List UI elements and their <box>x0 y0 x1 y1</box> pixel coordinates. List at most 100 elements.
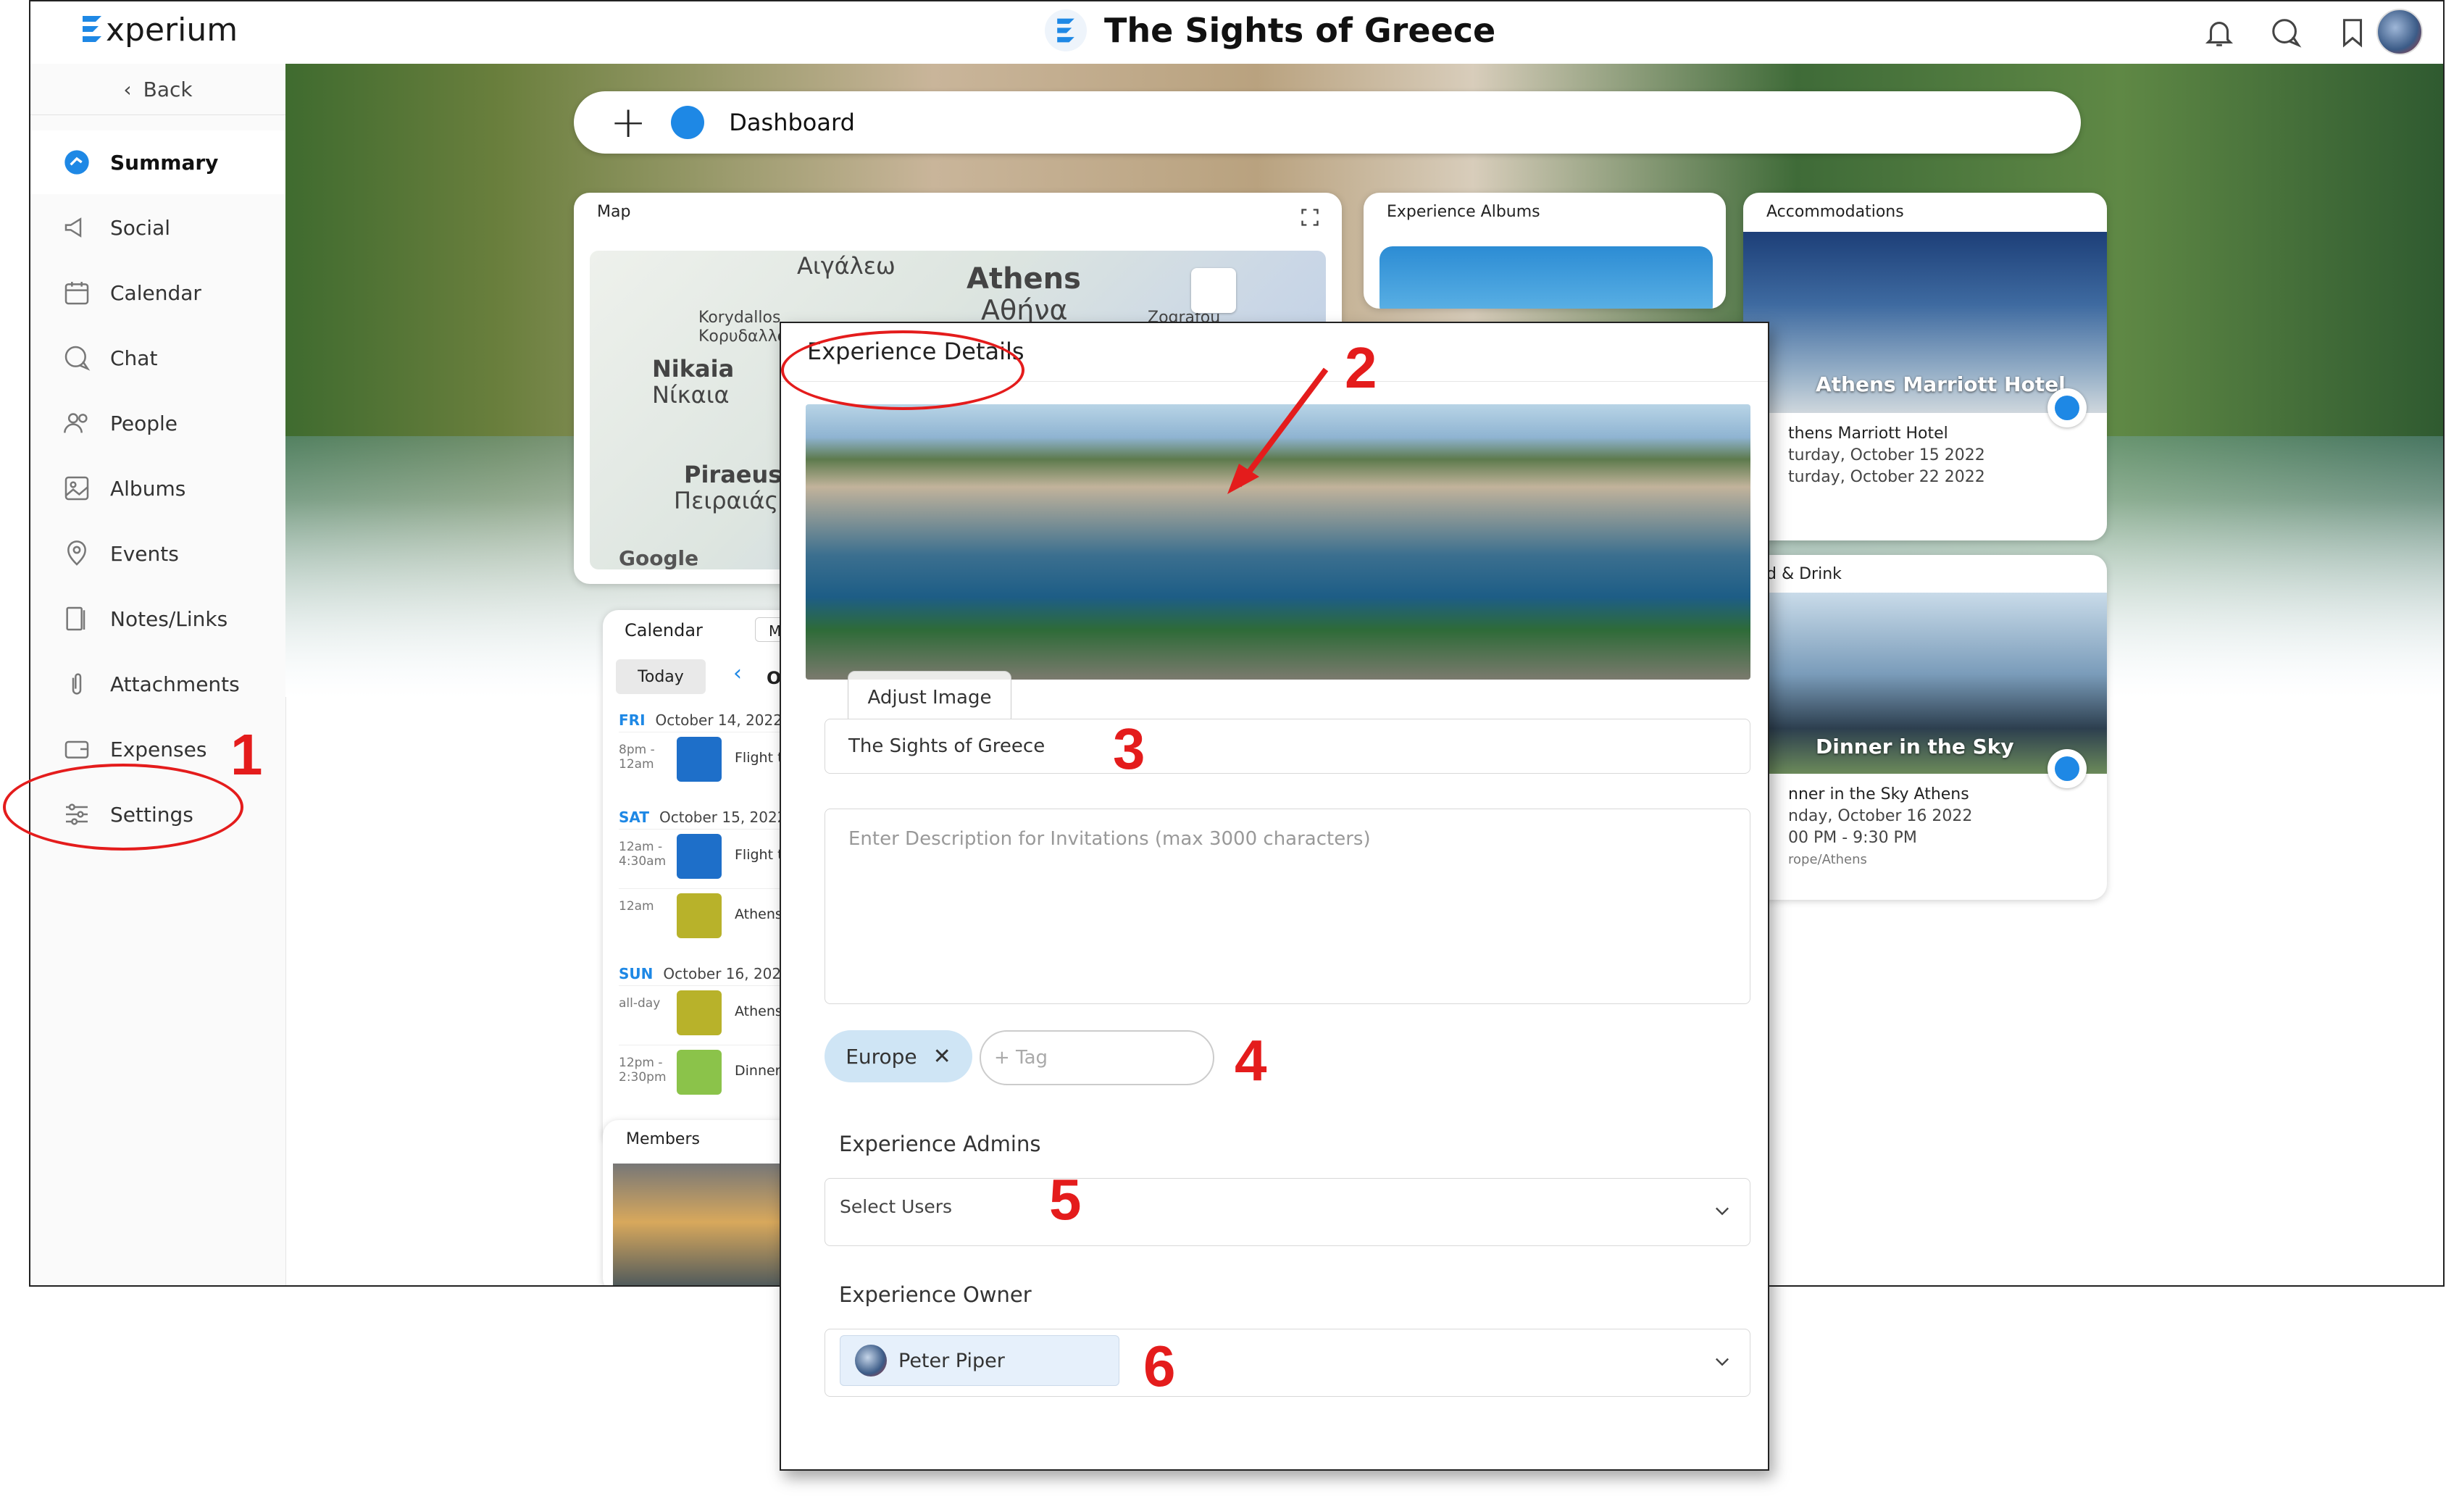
bell-icon[interactable] <box>2203 16 2236 49</box>
fullscreen-icon[interactable] <box>1300 207 1320 227</box>
map-label: Athens <box>967 262 1081 296</box>
map-label: Αιγάλεω <box>797 252 896 280</box>
annotation-number: 1 <box>230 722 263 787</box>
sidebar-item-social[interactable]: Social <box>30 196 285 259</box>
hotel-overlay-title: Athens Marriott Hotel <box>1816 372 2066 396</box>
map-label: Piraeus <box>684 461 782 488</box>
map-card-title: Map <box>597 203 631 221</box>
share-icon <box>2055 756 2079 781</box>
tag-input[interactable]: + Tag <box>980 1030 1214 1085</box>
admins-label: Experience Admins <box>839 1132 1041 1156</box>
flight-icon <box>677 737 722 782</box>
prev-month-icon[interactable]: ‹ <box>733 661 742 686</box>
experience-name-input[interactable]: The Sights of Greece <box>825 719 1750 774</box>
experience-logo-icon <box>1045 9 1087 51</box>
paperclip-icon <box>72 673 82 695</box>
food-drink-card: d & Drink Dinner in the Sky nner in the … <box>1743 555 2107 900</box>
app-logo[interactable]: xperium <box>80 12 238 49</box>
chat-icon[interactable] <box>2269 16 2303 49</box>
description-textarea[interactable]: Enter Description for Invitations (max 3… <box>825 809 1750 1004</box>
share-button[interactable] <box>2048 388 2087 427</box>
bookmark-icon[interactable] <box>2336 16 2369 49</box>
hotel-icon <box>677 990 722 1035</box>
flight-icon <box>677 834 722 879</box>
adjust-image-button[interactable]: Adjust Image <box>848 671 1011 724</box>
logo-text: xperium <box>106 12 238 49</box>
sidebar-item-chat[interactable]: Chat <box>30 326 285 390</box>
sidebar-item-label: Expenses <box>110 737 207 761</box>
annotation-number: 2 <box>1345 335 1377 400</box>
tag-chip[interactable]: Europe ✕ <box>825 1030 972 1082</box>
dashboard-bar: + Dashboard <box>574 91 2081 154</box>
add-widget-button[interactable]: + <box>610 101 646 144</box>
people-icon <box>64 413 88 433</box>
avatar <box>855 1345 887 1377</box>
owner-name: Peter Piper <box>898 1349 1005 1372</box>
back-button[interactable]: ‹ Back <box>30 64 285 115</box>
dashboard-label: Dashboard <box>729 109 855 136</box>
sidebar-item-label: People <box>110 411 178 435</box>
close-icon[interactable]: ✕ <box>933 1044 951 1069</box>
map-label: Πειραιάς <box>674 487 779 514</box>
map-label: Korydallos <box>698 309 781 327</box>
sidebar-item-label: Chat <box>110 346 158 370</box>
owner-label: Experience Owner <box>839 1282 1032 1307</box>
restaurant-date: nday, October 16 2022 <box>1788 807 1973 825</box>
sidebar-item-albums[interactable]: Albums <box>30 456 285 520</box>
sidebar: ‹ Back Summary Social Calendar Chat Peop… <box>30 64 286 1285</box>
calendar-card-title: Calendar <box>625 620 703 640</box>
map-label: Nikaia <box>652 355 735 383</box>
sidebar-item-people[interactable]: People <box>30 391 285 455</box>
albums-card-title: Experience Albums <box>1387 203 1540 221</box>
top-bar: xperium The Sights of Greece <box>30 1 2443 64</box>
accommodations-card: Accommodations Athens Marriott Hotel the… <box>1743 193 2107 540</box>
share-button[interactable] <box>2048 749 2087 788</box>
restaurant-icon <box>677 1050 722 1095</box>
sidebar-item-summary[interactable]: Summary <box>30 130 285 194</box>
map-fullscreen-button[interactable] <box>1191 268 1236 313</box>
owner-chip[interactable]: Peter Piper <box>840 1335 1119 1386</box>
owner-select[interactable]: Peter Piper <box>825 1329 1750 1397</box>
admins-select[interactable]: Select Users <box>825 1178 1750 1246</box>
albums-card: Experience Albums <box>1364 193 1726 309</box>
user-avatar[interactable] <box>2376 9 2423 55</box>
restaurant-timezone: rope/Athens <box>1788 852 1867 867</box>
title-group: The Sights of Greece <box>1045 9 1495 52</box>
today-button[interactable]: Today <box>616 659 706 694</box>
admins-placeholder: Select Users <box>840 1196 953 1217</box>
experience-title: The Sights of Greece <box>1104 11 1496 50</box>
megaphone-icon <box>64 217 82 238</box>
annotation-number: 5 <box>1049 1167 1082 1232</box>
notes-icon <box>66 606 85 631</box>
hotel-checkout: turday, October 22 2022 <box>1788 468 1985 486</box>
calendar-day-header: FRI October 14, 2022 <box>619 711 782 729</box>
back-label: Back <box>143 77 193 101</box>
calendar-day-header: SAT October 15, 2022 <box>619 809 787 826</box>
calendar-day-header: SUN October 16, 2022 <box>619 965 790 982</box>
sidebar-item-label: Attachments <box>110 672 240 696</box>
share-icon <box>2055 396 2079 420</box>
dashboard-icon <box>64 150 89 175</box>
sidebar-item-label: Notes/Links <box>110 606 228 631</box>
sidebar-item-label: Calendar <box>110 280 201 305</box>
members-card-title: Members <box>626 1130 700 1148</box>
annotation-number: 3 <box>1113 717 1145 781</box>
sidebar-item-label: Summary <box>110 150 219 175</box>
restaurant-time: 00 PM - 9:30 PM <box>1788 829 1917 847</box>
annotation-number: 6 <box>1143 1334 1176 1398</box>
tag-label: Europe <box>846 1044 917 1069</box>
chevron-down-icon <box>1716 1207 1729 1216</box>
dashboard-icon <box>671 106 705 139</box>
album-thumbnail[interactable] <box>1379 246 1713 309</box>
calendar-icon <box>64 282 89 305</box>
sidebar-item-notes-links[interactable]: Notes/Links <box>30 587 285 651</box>
sidebar-item-calendar[interactable]: Calendar <box>30 261 285 325</box>
sidebar-item-events[interactable]: Events <box>30 522 285 585</box>
google-logo: Google <box>619 546 699 570</box>
food-card-title: d & Drink <box>1766 565 1842 583</box>
annotation-number: 4 <box>1235 1028 1267 1093</box>
logo-icon <box>83 16 101 42</box>
sidebar-item-label: Social <box>110 215 171 240</box>
sidebar-item-attachments[interactable]: Attachments <box>30 652 285 716</box>
hotel-name: thens Marriott Hotel <box>1788 425 1948 443</box>
